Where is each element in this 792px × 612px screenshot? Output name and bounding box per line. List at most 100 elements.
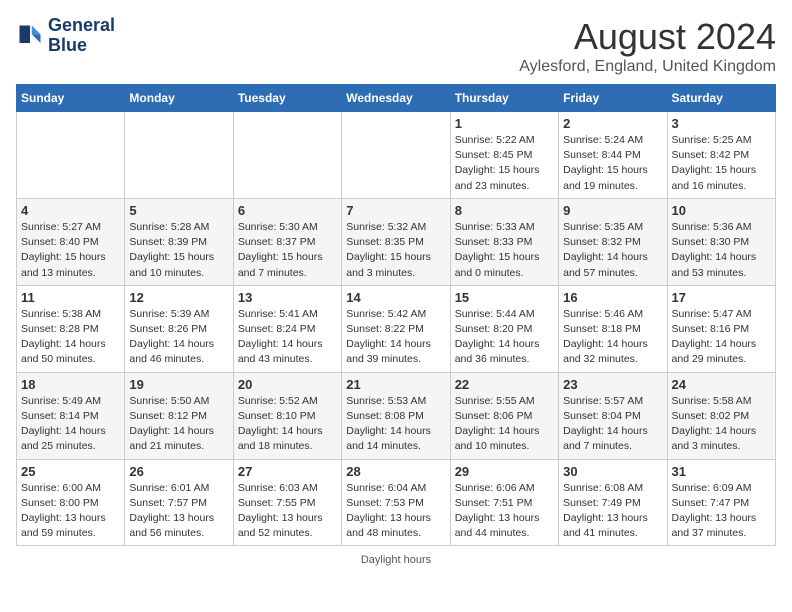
calendar-cell: 10Sunrise: 5:36 AM Sunset: 8:30 PM Dayli…	[667, 198, 775, 285]
calendar-cell: 21 Sunrise: 5:53 AM Sunset: 8:08 PM Dayli…	[342, 372, 450, 459]
day-detail: Sunrise: 5:47 AM Sunset: 8:16 PM Dayligh…	[672, 307, 771, 368]
day-number: 27	[238, 464, 337, 479]
day-detail: Sunrise: 5:22 AM Sunset: 8:45 PM Dayligh…	[455, 133, 554, 194]
logo-line1: General	[48, 16, 115, 36]
logo-text: General Blue	[48, 16, 115, 56]
calendar-cell: 2 Sunrise: 5:24 AM Sunset: 8:44 PM Daylig…	[559, 112, 667, 199]
calendar-cell: 30 Sunrise: 6:08 AM Sunset: 7:49 PM Dayli…	[559, 459, 667, 546]
day-number: 9	[563, 203, 662, 218]
day-number: 4	[21, 203, 120, 218]
day-detail: Sunrise: 6:03 AM Sunset: 7:55 PM Dayligh…	[238, 481, 337, 542]
calendar-week-5: 25 Sunrise: 6:00 AM Sunset: 8:00 PM Dayli…	[17, 459, 776, 546]
calendar-cell: 23 Sunrise: 5:57 AM Sunset: 8:04 PM Dayli…	[559, 372, 667, 459]
calendar-cell: 1 Sunrise: 5:22 AM Sunset: 8:45 PM Daylig…	[450, 112, 558, 199]
day-number: 14	[346, 290, 445, 305]
calendar-week-3: 11Sunrise: 5:38 AM Sunset: 8:28 PM Dayli…	[17, 285, 776, 372]
page-header: General Blue August 2024 Aylesford, Engl…	[16, 16, 776, 76]
header-cell-saturday: Saturday	[667, 85, 775, 112]
calendar-cell: 5Sunrise: 5:28 AM Sunset: 8:39 PM Daylig…	[125, 198, 233, 285]
calendar-week-1: 1 Sunrise: 5:22 AM Sunset: 8:45 PM Daylig…	[17, 112, 776, 199]
calendar-cell: 6Sunrise: 5:30 AM Sunset: 8:37 PM Daylig…	[233, 198, 341, 285]
day-number: 17	[672, 290, 771, 305]
day-number: 8	[455, 203, 554, 218]
day-detail: Sunrise: 6:09 AM Sunset: 7:47 PM Dayligh…	[672, 481, 771, 542]
calendar-body: 1 Sunrise: 5:22 AM Sunset: 8:45 PM Daylig…	[17, 112, 776, 546]
calendar-cell: 4 Sunrise: 5:27 AM Sunset: 8:40 PM Daylig…	[17, 198, 125, 285]
day-detail: Sunrise: 5:36 AM Sunset: 8:30 PM Dayligh…	[672, 220, 771, 281]
day-detail: Sunrise: 6:04 AM Sunset: 7:53 PM Dayligh…	[346, 481, 445, 542]
day-detail: Sunrise: 6:08 AM Sunset: 7:49 PM Dayligh…	[563, 481, 662, 542]
calendar-cell	[125, 112, 233, 199]
header-cell-friday: Friday	[559, 85, 667, 112]
day-detail: Sunrise: 5:53 AM Sunset: 8:08 PM Dayligh…	[346, 394, 445, 455]
title-block: August 2024 Aylesford, England, United K…	[519, 16, 776, 76]
day-detail: Sunrise: 5:33 AM Sunset: 8:33 PM Dayligh…	[455, 220, 554, 281]
day-number: 2	[563, 116, 662, 131]
header-cell-wednesday: Wednesday	[342, 85, 450, 112]
day-number: 25	[21, 464, 120, 479]
calendar-cell	[342, 112, 450, 199]
day-detail: Sunrise: 5:46 AM Sunset: 8:18 PM Dayligh…	[563, 307, 662, 368]
day-number: 5	[129, 203, 228, 218]
calendar-cell: 26Sunrise: 6:01 AM Sunset: 7:57 PM Dayli…	[125, 459, 233, 546]
day-number: 11	[21, 290, 120, 305]
day-detail: Sunrise: 5:58 AM Sunset: 8:02 PM Dayligh…	[672, 394, 771, 455]
header-cell-monday: Monday	[125, 85, 233, 112]
header-cell-thursday: Thursday	[450, 85, 558, 112]
day-number: 12	[129, 290, 228, 305]
calendar-cell: 29Sunrise: 6:06 AM Sunset: 7:51 PM Dayli…	[450, 459, 558, 546]
day-number: 21	[346, 377, 445, 392]
calendar-cell: 8 Sunrise: 5:33 AM Sunset: 8:33 PM Daylig…	[450, 198, 558, 285]
day-detail: Sunrise: 6:06 AM Sunset: 7:51 PM Dayligh…	[455, 481, 554, 542]
day-detail: Sunrise: 5:27 AM Sunset: 8:40 PM Dayligh…	[21, 220, 120, 281]
day-number: 7	[346, 203, 445, 218]
calendar-cell: 17 Sunrise: 5:47 AM Sunset: 8:16 PM Dayli…	[667, 285, 775, 372]
day-number: 23	[563, 377, 662, 392]
calendar-table: SundayMondayTuesdayWednesdayThursdayFrid…	[16, 84, 776, 546]
day-detail: Sunrise: 5:39 AM Sunset: 8:26 PM Dayligh…	[129, 307, 228, 368]
day-number: 16	[563, 290, 662, 305]
day-detail: Sunrise: 5:35 AM Sunset: 8:32 PM Dayligh…	[563, 220, 662, 281]
day-detail: Sunrise: 5:25 AM Sunset: 8:42 PM Dayligh…	[672, 133, 771, 194]
day-number: 20	[238, 377, 337, 392]
header-row: SundayMondayTuesdayWednesdayThursdayFrid…	[17, 85, 776, 112]
day-number: 3	[672, 116, 771, 131]
calendar-cell: 19Sunrise: 5:50 AM Sunset: 8:12 PM Dayli…	[125, 372, 233, 459]
day-detail: Sunrise: 5:42 AM Sunset: 8:22 PM Dayligh…	[346, 307, 445, 368]
calendar-cell: 25 Sunrise: 6:00 AM Sunset: 8:00 PM Dayli…	[17, 459, 125, 546]
calendar-cell: 16 Sunrise: 5:46 AM Sunset: 8:18 PM Dayli…	[559, 285, 667, 372]
calendar-cell: 3 Sunrise: 5:25 AM Sunset: 8:42 PM Daylig…	[667, 112, 775, 199]
day-detail: Sunrise: 5:49 AM Sunset: 8:14 PM Dayligh…	[21, 394, 120, 455]
day-detail: Sunrise: 6:00 AM Sunset: 8:00 PM Dayligh…	[21, 481, 120, 542]
day-detail: Sunrise: 5:57 AM Sunset: 8:04 PM Dayligh…	[563, 394, 662, 455]
day-number: 1	[455, 116, 554, 131]
day-number: 6	[238, 203, 337, 218]
day-number: 26	[129, 464, 228, 479]
day-detail: Sunrise: 5:41 AM Sunset: 8:24 PM Dayligh…	[238, 307, 337, 368]
day-number: 22	[455, 377, 554, 392]
calendar-week-2: 4 Sunrise: 5:27 AM Sunset: 8:40 PM Daylig…	[17, 198, 776, 285]
header-cell-tuesday: Tuesday	[233, 85, 341, 112]
calendar-cell: 27 Sunrise: 6:03 AM Sunset: 7:55 PM Dayli…	[233, 459, 341, 546]
calendar-header: SundayMondayTuesdayWednesdayThursdayFrid…	[17, 85, 776, 112]
day-detail: Sunrise: 5:24 AM Sunset: 8:44 PM Dayligh…	[563, 133, 662, 194]
day-number: 13	[238, 290, 337, 305]
day-detail: Sunrise: 5:44 AM Sunset: 8:20 PM Dayligh…	[455, 307, 554, 368]
logo-icon	[16, 22, 44, 50]
calendar-cell: 11Sunrise: 5:38 AM Sunset: 8:28 PM Dayli…	[17, 285, 125, 372]
calendar-cell	[17, 112, 125, 199]
calendar-cell: 7Sunrise: 5:32 AM Sunset: 8:35 PM Daylig…	[342, 198, 450, 285]
calendar-subtitle: Aylesford, England, United Kingdom	[519, 58, 776, 76]
header-cell-sunday: Sunday	[17, 85, 125, 112]
day-number: 31	[672, 464, 771, 479]
day-number: 24	[672, 377, 771, 392]
calendar-cell	[233, 112, 341, 199]
calendar-title: August 2024	[519, 16, 776, 58]
day-detail: Sunrise: 5:52 AM Sunset: 8:10 PM Dayligh…	[238, 394, 337, 455]
calendar-cell: 15Sunrise: 5:44 AM Sunset: 8:20 PM Dayli…	[450, 285, 558, 372]
day-number: 19	[129, 377, 228, 392]
day-number: 30	[563, 464, 662, 479]
calendar-footer: Daylight hours	[16, 554, 776, 566]
calendar-cell: 12 Sunrise: 5:39 AM Sunset: 8:26 PM Dayli…	[125, 285, 233, 372]
calendar-cell: 31 Sunrise: 6:09 AM Sunset: 7:47 PM Dayli…	[667, 459, 775, 546]
